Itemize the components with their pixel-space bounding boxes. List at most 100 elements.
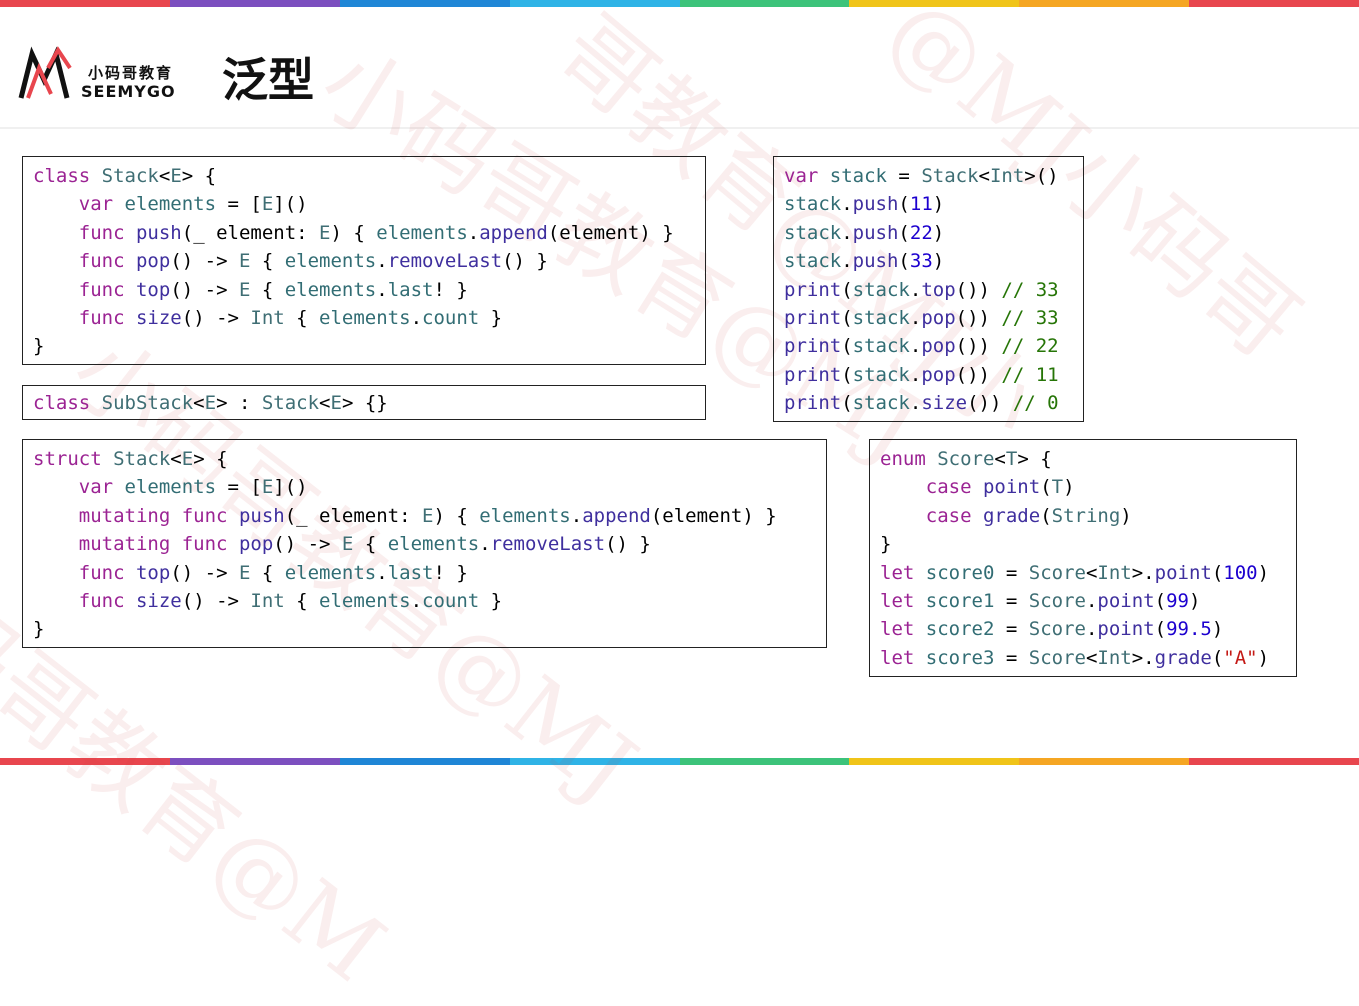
code-token: () -> <box>170 278 239 301</box>
code-line: var elements = [E]() <box>33 473 816 501</box>
code-token: { <box>353 533 388 556</box>
code-token: 11 <box>909 193 933 216</box>
code-token: . <box>376 561 388 584</box>
code-token: >. <box>1131 646 1155 669</box>
code-token: } <box>33 618 45 641</box>
code-token: > : <box>216 392 262 414</box>
code-token: = <box>886 165 922 187</box>
code-token: // 33 <box>1001 306 1059 329</box>
code-line: class SubStack<E> : Stack<E> {} <box>33 389 695 417</box>
code-token: stack <box>852 392 910 415</box>
code-token: ( <box>898 250 910 273</box>
code-token: . <box>909 335 922 358</box>
code-token: E <box>261 476 274 499</box>
code-token: elements <box>284 278 377 301</box>
code-line: enum Score<T> { <box>880 445 1286 473</box>
code-token: (_ element: <box>284 504 422 527</box>
code-token: point <box>1097 589 1155 612</box>
code-token: let <box>880 561 915 584</box>
code-token: mutating <box>78 504 171 527</box>
code-line: let score1 = Score.point(99) <box>880 587 1286 615</box>
code-token: ( <box>841 306 853 329</box>
code-token: grade <box>982 504 1041 527</box>
code-token: ) <box>1063 476 1075 499</box>
code-token: () -> <box>170 250 239 273</box>
code-token: } <box>479 589 503 612</box>
code-token: func <box>78 221 125 244</box>
code-block-struct-stack: struct Stack<E> { var elements = [E]() m… <box>22 439 827 648</box>
code-token: } <box>880 533 892 556</box>
top-color-bar <box>0 0 1359 7</box>
color-segment <box>1019 758 1190 765</box>
code-token: func <box>78 250 125 273</box>
code-token: stack <box>784 250 842 273</box>
code-token: T <box>1051 476 1064 499</box>
code-token: < <box>1085 561 1098 584</box>
code-token: . <box>909 278 922 301</box>
code-token: ! } <box>433 561 468 584</box>
logo-mark-icon <box>18 46 72 99</box>
code-token: append <box>582 504 651 527</box>
code-token: () -> <box>181 306 251 329</box>
code-token: (element) } <box>547 221 674 244</box>
code-token: top <box>135 278 171 301</box>
code-token: stack <box>852 278 910 301</box>
code-line: func size() -> Int { elements.count } <box>33 587 816 615</box>
code-token: stack <box>852 363 910 386</box>
code-token: E <box>330 392 342 414</box>
code-block-stack-usage: var stack = Stack<Int>() stack.push(11) st… <box>773 156 1084 422</box>
code-token: push <box>852 193 899 216</box>
code-block-enum-score: enum Score<T> { case point(T) case grade… <box>869 439 1297 677</box>
code-token: { <box>250 278 285 301</box>
code-token: class <box>33 392 91 414</box>
code-token: ) <box>1120 504 1132 527</box>
code-token: E <box>170 165 182 187</box>
code-token: ) <box>932 221 945 244</box>
code-line: } <box>880 530 1286 558</box>
code-line: func top() -> E { elements.last! } <box>33 276 695 304</box>
code-token: ()) <box>955 278 1002 301</box>
code-token: Stack <box>101 165 159 187</box>
code-token: { <box>284 589 320 612</box>
code-token: . <box>1085 589 1098 612</box>
code-token: ( <box>841 363 853 386</box>
code-token: var <box>78 193 114 216</box>
code-token: count <box>422 306 480 329</box>
code-token: elements <box>387 533 480 556</box>
code-token: 99.5 <box>1166 618 1212 641</box>
code-token: var <box>784 165 819 187</box>
code-token: { <box>250 250 285 273</box>
code-token: . <box>909 306 922 329</box>
code-line: stack.push(22) <box>784 219 1073 247</box>
code-token: Stack <box>113 448 171 470</box>
code-token: T <box>1005 448 1018 470</box>
code-token: String <box>1051 504 1121 527</box>
code-line: stack.push(33) <box>784 247 1073 275</box>
code-token: stack <box>784 193 842 216</box>
code-line: print(stack.pop()) // 22 <box>784 332 1073 360</box>
code-token: 100 <box>1223 561 1258 584</box>
code-token: > { <box>1017 448 1052 470</box>
code-token: ( <box>1154 589 1167 612</box>
code-token: () -> <box>181 589 251 612</box>
code-line: print(stack.pop()) // 33 <box>784 304 1073 332</box>
code-token: func <box>181 504 228 527</box>
code-token: elements <box>479 504 571 527</box>
code-token: Score <box>937 448 995 470</box>
logo-english-text: SEEMYGO <box>81 82 176 101</box>
code-token: ) { <box>433 504 480 527</box>
code-token: 99 <box>1166 589 1189 612</box>
code-token: var <box>78 476 114 499</box>
code-token: = <box>994 561 1029 584</box>
code-line: case grade(String) <box>880 502 1286 530</box>
code-token: push <box>238 504 285 527</box>
code-token: Int <box>250 306 285 329</box>
code-token: ()) <box>967 392 1013 415</box>
code-token: size <box>135 589 182 612</box>
code-token: elements <box>319 589 411 612</box>
code-token: >() <box>1024 165 1059 187</box>
